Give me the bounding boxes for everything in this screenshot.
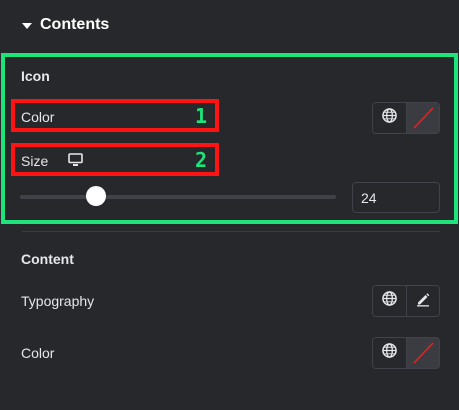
global-colors-button[interactable] [373, 103, 406, 133]
icon-color-controls [372, 102, 440, 134]
globe-icon [382, 343, 397, 363]
icon-color-label: Color [21, 109, 55, 125]
color-swatch-button[interactable] [406, 338, 439, 368]
annotation-number-2: 2 [195, 148, 208, 172]
content-color-controls [372, 337, 440, 369]
content-color-label: Color [21, 345, 55, 361]
size-slider-thumb[interactable] [85, 186, 106, 206]
size-slider-track[interactable] [20, 195, 336, 199]
caret-down-icon [22, 22, 32, 29]
globe-icon [382, 108, 397, 128]
content-group-title: Content [21, 251, 74, 267]
section-header-contents[interactable]: Contents [0, 0, 459, 50]
edit-typography-button[interactable] [406, 286, 439, 316]
global-colors-button[interactable] [373, 338, 406, 368]
pencil-edit-icon [415, 291, 431, 312]
annotation-number-1: 1 [195, 104, 208, 128]
global-fonts-button[interactable] [373, 286, 406, 316]
globe-icon [382, 291, 397, 311]
size-number-input[interactable] [352, 182, 440, 213]
section-title: Contents [40, 16, 110, 33]
empty-color-slash-icon [413, 342, 434, 364]
icon-group-title: Icon [21, 68, 50, 84]
color-swatch-button[interactable] [406, 103, 439, 133]
section-divider [22, 231, 440, 232]
typography-controls [372, 285, 440, 317]
icon-size-label: Size [21, 153, 49, 169]
typography-label: Typography [21, 293, 95, 309]
desktop-monitor-icon[interactable] [68, 153, 83, 172]
empty-color-slash-icon [413, 107, 434, 129]
